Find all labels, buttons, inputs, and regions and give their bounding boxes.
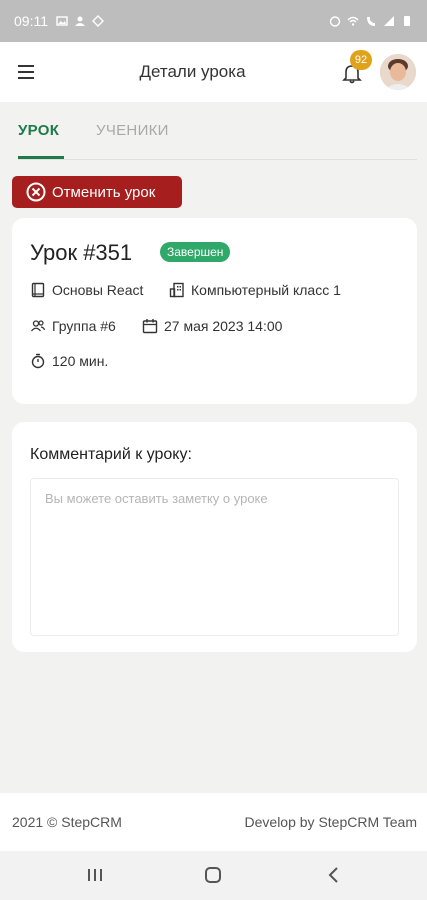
tab-bar: УРОК УЧЕНИКИ (0, 102, 427, 160)
footer-credits: Develop by StepCRM Team (244, 814, 417, 830)
cell-signal-icon (384, 16, 394, 26)
status-icons-left (56, 15, 104, 27)
status-bar: 09:11 (0, 0, 427, 42)
duration-row: 120 мин. (30, 353, 108, 369)
back-icon[interactable] (322, 865, 346, 885)
room-name: Компьютерный класс 1 (191, 282, 341, 298)
alarm-icon (329, 16, 341, 27)
lesson-title: Урок #351 (30, 240, 133, 265)
lesson-info-card: Урок #351 Завершен Основы React Компьюте… (12, 218, 417, 404)
cancel-lesson-button[interactable]: Отменить урок (12, 176, 182, 208)
home-icon[interactable] (201, 865, 225, 885)
calendar-icon (142, 319, 158, 334)
avatar-image (380, 54, 416, 90)
image-icon (56, 16, 68, 26)
status-icons-right (329, 15, 413, 27)
tab-students[interactable]: УЧЕНИКИ (96, 122, 169, 139)
group-row: Группа #6 (30, 318, 116, 334)
lesson-duration: 120 мин. (52, 353, 109, 369)
close-circle-icon (26, 182, 46, 202)
status-badge: Завершен (160, 242, 231, 262)
comment-label: Комментарий к уроку: (30, 446, 192, 463)
system-nav-bar (0, 851, 427, 900)
footer: 2021 © StepCRM Develop by StepCRM Team (0, 793, 427, 851)
users-icon (30, 320, 46, 332)
signal-icon (92, 15, 104, 27)
wifi-icon (347, 16, 359, 26)
room-row: Компьютерный класс 1 (169, 282, 341, 298)
tab-divider (18, 159, 417, 160)
battery-icon (404, 16, 410, 26)
tab-lesson[interactable]: УРОК (18, 122, 59, 139)
status-time: 09:11 (14, 13, 48, 29)
stopwatch-icon (31, 353, 45, 369)
building-icon (169, 282, 184, 298)
group-name: Группа #6 (52, 318, 116, 334)
book-icon (31, 282, 45, 298)
datetime-row: 27 мая 2023 14:00 (142, 318, 282, 334)
avatar[interactable] (380, 54, 416, 90)
cancel-lesson-label: Отменить урок (52, 183, 156, 201)
page-title: Детали урока (139, 62, 246, 81)
comment-card: Комментарий к уроку: Вы можете оставить … (12, 422, 417, 652)
recent-apps-icon[interactable] (83, 865, 107, 885)
comment-textarea[interactable]: Вы можете оставить заметку о уроке (30, 478, 399, 636)
course-name: Основы React (52, 282, 144, 298)
footer-copyright: 2021 © StepCRM (12, 814, 122, 830)
lesson-datetime: 27 мая 2023 14:00 (164, 318, 283, 334)
course-row: Основы React (30, 282, 143, 298)
call-icon (367, 17, 375, 26)
notification-badge: 92 (350, 50, 372, 70)
user-icon (75, 16, 85, 26)
